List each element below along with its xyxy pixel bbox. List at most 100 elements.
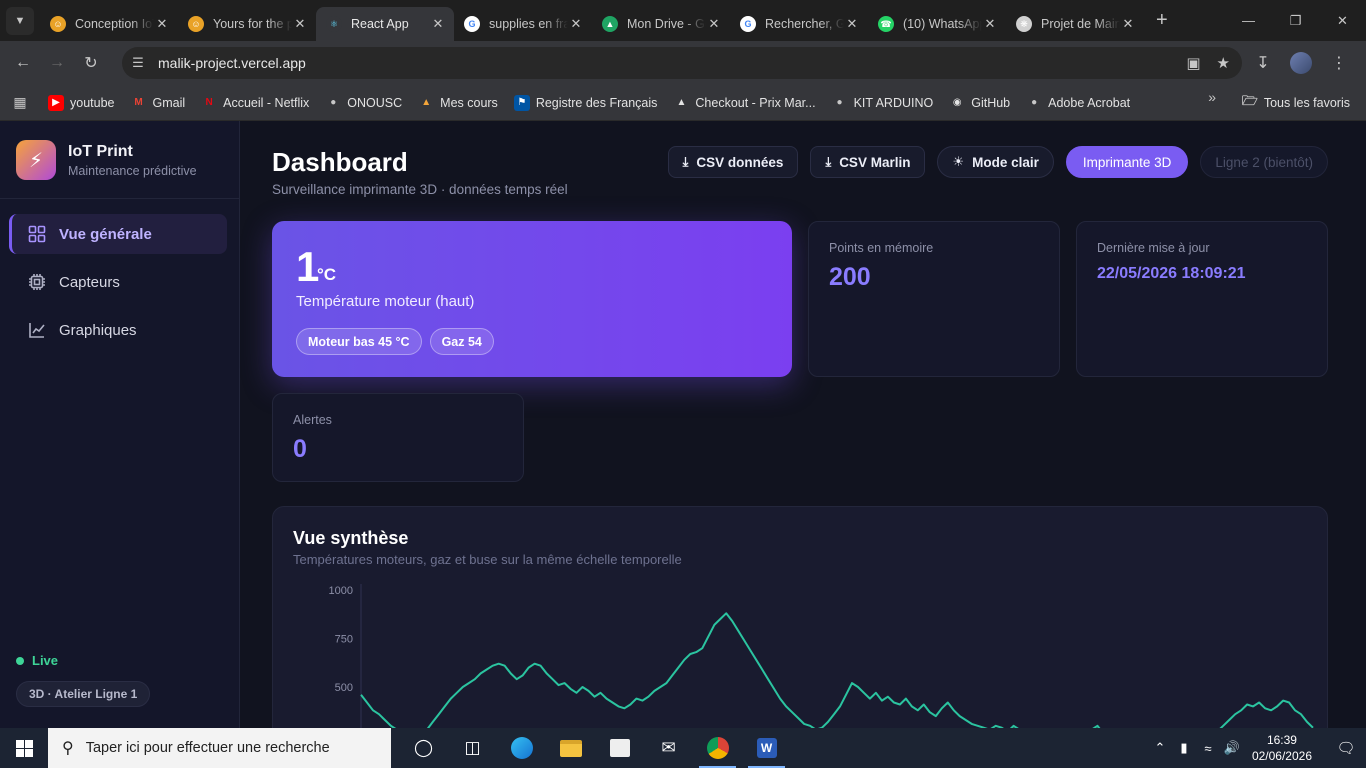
notifications-icon[interactable]: 🗨 bbox=[1326, 739, 1366, 757]
tab-close-icon[interactable]: ✕ bbox=[1120, 16, 1136, 32]
chrome-icon[interactable] bbox=[693, 728, 742, 768]
last-update-value: 22/05/2026 18:09:21 bbox=[1097, 265, 1246, 282]
y-tick-label: 750 bbox=[335, 634, 353, 646]
clock[interactable]: 16:39 02/06/2026 bbox=[1252, 732, 1312, 764]
tab-close-icon[interactable]: ✕ bbox=[844, 16, 860, 32]
tab-title: Rechercher, Google bbox=[765, 17, 844, 31]
tab-close-icon[interactable]: ✕ bbox=[706, 16, 722, 32]
browser-tab[interactable]: ⚛ React App ✕ bbox=[316, 7, 454, 41]
window-controls: — ❐ ✕ bbox=[1225, 0, 1366, 41]
task-view-icon[interactable]: ◫ bbox=[448, 728, 497, 768]
tray-chevron-up-icon[interactable]: ⌃ bbox=[1148, 740, 1172, 756]
browser-tab[interactable]: ☺ Conception IoT ✕ bbox=[40, 7, 178, 41]
window-close-icon[interactable]: ✕ bbox=[1319, 0, 1366, 41]
line-chart-icon bbox=[27, 320, 47, 340]
tab-title: supplies en français bbox=[489, 17, 568, 31]
forward-arrow-icon[interactable]: → bbox=[40, 46, 74, 80]
page-subtitle: Surveillance imprimante 3D · données tem… bbox=[272, 182, 568, 197]
emoji-favicon-icon: ☺ bbox=[50, 16, 66, 32]
site-settings-icon[interactable]: ☰ bbox=[122, 55, 154, 71]
bookmark-item[interactable]: ● Adobe Acrobat bbox=[1018, 89, 1138, 117]
profile-avatar[interactable] bbox=[1284, 46, 1318, 80]
apps-grid-icon[interactable]: ▦ bbox=[0, 94, 40, 111]
dashboard-main: Dashboard Surveillance imprimante 3D · d… bbox=[272, 121, 1328, 728]
motor-low-pill: Moteur bas 45 °C bbox=[296, 328, 422, 355]
sidebar-item-sensors[interactable]: Capteurs bbox=[9, 262, 227, 302]
browser-tab[interactable]: ❋ Projet de Maintenance✕ bbox=[1006, 7, 1144, 41]
tab-close-icon[interactable]: ✕ bbox=[292, 16, 308, 32]
bookmark-item[interactable]: ◉ GitHub bbox=[941, 89, 1018, 117]
bookmark-item[interactable]: ▲ Checkout - Prix Mar... bbox=[665, 89, 823, 117]
bookmark-item[interactable]: ● KIT ARDUINO bbox=[824, 89, 942, 117]
reload-icon[interactable]: ↻ bbox=[74, 46, 108, 80]
mail-icon[interactable]: ✉ bbox=[644, 728, 693, 768]
tab-close-icon[interactable]: ✕ bbox=[568, 16, 584, 32]
bookmark-item[interactable]: N Accueil - Netflix bbox=[193, 89, 317, 117]
file-explorer-icon[interactable] bbox=[546, 728, 595, 768]
edge-icon[interactable] bbox=[497, 728, 546, 768]
csv-data-label: CSV données bbox=[696, 154, 784, 170]
restore-icon[interactable]: ❐ bbox=[1272, 0, 1319, 41]
tab-close-icon[interactable]: ✕ bbox=[430, 16, 446, 32]
address-bar[interactable]: ☰ malik-project.vercel.app ▣ ★ bbox=[122, 47, 1242, 79]
github-icon: ◉ bbox=[952, 97, 962, 108]
browser-tab[interactable]: ☺ Yours for the project✕ bbox=[178, 7, 316, 41]
battery-icon[interactable]: ▮ bbox=[1172, 740, 1196, 756]
all-bookmarks-label: Tous les favoris bbox=[1263, 96, 1350, 110]
more-bookmarks-icon[interactable]: » bbox=[1208, 89, 1216, 105]
bookmark-item[interactable]: ▶ youtube bbox=[40, 89, 122, 117]
sidebar-item-label: Capteurs bbox=[59, 273, 120, 291]
all-bookmarks-folder[interactable]: 🗁 Tous les favoris bbox=[1234, 89, 1358, 117]
csv-data-button[interactable]: ⤓ CSV données bbox=[667, 146, 799, 178]
csv-marlin-button[interactable]: ⤓ CSV Marlin bbox=[810, 146, 926, 178]
sidebar-nav: Vue générale Capteurs Graphiques bbox=[9, 214, 227, 358]
sidebar-item-overview[interactable]: Vue générale bbox=[9, 214, 227, 254]
bookmark-item[interactable]: M Gmail bbox=[122, 89, 193, 117]
tab-close-icon[interactable]: ✕ bbox=[154, 16, 170, 32]
light-mode-label: Mode clair bbox=[972, 154, 1039, 170]
browser-menu-icon[interactable]: ⋮ bbox=[1322, 46, 1356, 80]
bookmark-star-icon[interactable]: ★ bbox=[1217, 54, 1230, 72]
new-tab-icon[interactable]: + bbox=[1156, 9, 1168, 32]
cortana-icon[interactable]: ◯ bbox=[399, 728, 448, 768]
install-app-icon[interactable]: ▣ bbox=[1186, 54, 1200, 72]
overview-line-chart: 1000 750 500 bbox=[329, 584, 1314, 728]
line-badge: 3D · Atelier Ligne 1 bbox=[16, 681, 151, 707]
browser-tab[interactable]: G Rechercher, Google✕ bbox=[730, 7, 868, 41]
browser-tab-strip: ▼ ☺Conception IoT✕☺Yours for the project… bbox=[0, 0, 1366, 41]
printer-3d-tab[interactable]: Imprimante 3D bbox=[1065, 146, 1189, 178]
bookmark-label: GitHub bbox=[971, 95, 1011, 110]
light-mode-button[interactable]: ☀ Mode clair bbox=[937, 146, 1054, 178]
browser-tab[interactable]: ☎ (10) WhatsApp ✕ bbox=[868, 7, 1006, 41]
alerts-card: Alertes 0 bbox=[272, 393, 524, 482]
downloads-icon[interactable]: ↧ bbox=[1246, 46, 1280, 80]
sidebar-item-charts[interactable]: Graphiques bbox=[9, 310, 227, 350]
live-status: Live bbox=[16, 653, 58, 668]
browser-tab[interactable]: ▲ Mon Drive - Google Drive✕ bbox=[592, 7, 730, 41]
drive-favicon-icon: ▲ bbox=[602, 16, 618, 32]
brand-subtitle: Maintenance prédictive bbox=[68, 163, 197, 178]
taskbar-search-box[interactable]: ⚲ Taper ici pour effectuer une recherche bbox=[48, 728, 391, 768]
globe-icon: ● bbox=[836, 97, 843, 108]
tab-search-chevron-icon[interactable]: ▼ bbox=[6, 6, 34, 35]
chip-icon bbox=[27, 272, 47, 292]
bookmark-item[interactable]: ⚑ Registre des Français bbox=[506, 89, 666, 117]
download-icon: ⤓ bbox=[825, 154, 832, 169]
bookmark-item[interactable]: ● ONOUSC bbox=[317, 89, 410, 117]
store-icon[interactable] bbox=[595, 728, 644, 768]
bookmark-label: Registre des Français bbox=[535, 95, 658, 110]
browser-tab[interactable]: Gsupplies en français✕ bbox=[454, 7, 592, 41]
live-dot-icon bbox=[16, 656, 24, 665]
wifi-icon[interactable]: ≈ bbox=[1196, 741, 1220, 756]
back-arrow-icon[interactable]: ← bbox=[6, 46, 40, 80]
tab-close-icon[interactable]: ✕ bbox=[982, 16, 998, 32]
minimize-icon[interactable]: — bbox=[1225, 0, 1272, 41]
motor-temp-unit: °C bbox=[317, 265, 337, 284]
google-favicon-icon: G bbox=[740, 16, 756, 32]
volume-icon[interactable]: 🔊 bbox=[1220, 740, 1244, 756]
globe-icon: ● bbox=[1031, 97, 1038, 108]
word-icon[interactable]: W bbox=[742, 728, 791, 768]
bookmark-item[interactable]: ▲ Mes cours bbox=[410, 89, 506, 117]
windows-start-icon[interactable] bbox=[0, 728, 48, 768]
url-text[interactable]: malik-project.vercel.app bbox=[158, 55, 306, 71]
